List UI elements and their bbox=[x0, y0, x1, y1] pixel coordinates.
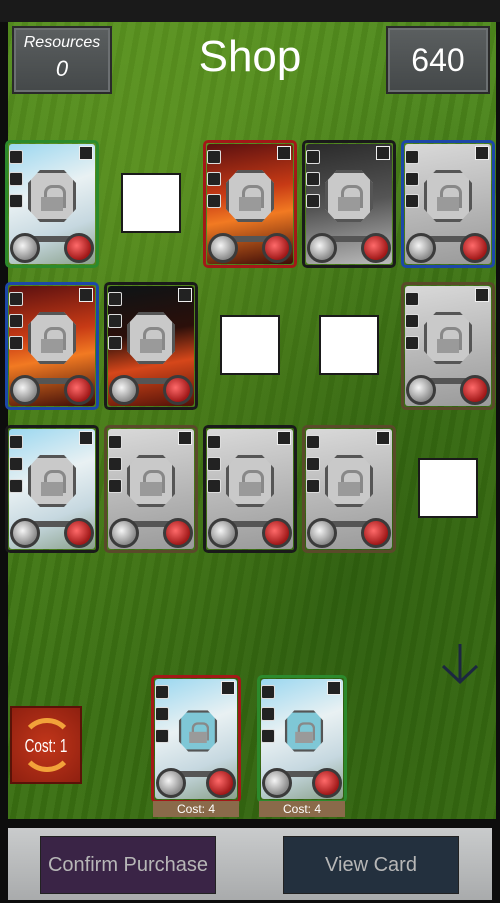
card-frame bbox=[203, 425, 297, 553]
shop-card[interactable] bbox=[401, 282, 495, 410]
selected-card[interactable] bbox=[151, 675, 241, 803]
card-frame bbox=[5, 140, 99, 268]
card-frame bbox=[151, 675, 241, 803]
shop-card[interactable] bbox=[5, 425, 99, 553]
shop-card[interactable] bbox=[302, 425, 396, 553]
resources-panel: Resources 0 bbox=[12, 26, 112, 94]
empty-slot[interactable] bbox=[220, 315, 280, 375]
card-frame bbox=[104, 425, 198, 553]
card-frame bbox=[104, 282, 198, 410]
selected-card[interactable] bbox=[257, 675, 347, 803]
view-card-button[interactable]: View Card bbox=[283, 836, 459, 894]
shop-card[interactable] bbox=[302, 140, 396, 268]
card-frame bbox=[401, 282, 495, 410]
resources-label: Resources bbox=[23, 34, 101, 51]
refresh-shop-button[interactable]: Cost: 1 bbox=[10, 706, 82, 784]
refresh-cost-label: Cost: 1 bbox=[24, 736, 68, 756]
currency-counter: 640 bbox=[386, 26, 490, 94]
top-strip bbox=[0, 0, 500, 22]
card-frame bbox=[5, 425, 99, 553]
page-title: Shop bbox=[198, 32, 302, 81]
card-cost-label: Cost: 4 bbox=[259, 801, 345, 817]
card-frame bbox=[302, 140, 396, 268]
shop-card[interactable] bbox=[104, 282, 198, 410]
card-cost-label: Cost: 4 bbox=[153, 801, 239, 817]
card-frame bbox=[401, 140, 495, 268]
empty-slot[interactable] bbox=[418, 458, 478, 518]
card-frame bbox=[302, 425, 396, 553]
arrow-down-icon[interactable] bbox=[440, 642, 480, 686]
shop-card[interactable] bbox=[5, 282, 99, 410]
resources-value: 0 bbox=[55, 56, 69, 81]
app: Resources 0 Shop 640 Cost: 1 Cost: 4 Cost… bbox=[0, 0, 500, 903]
empty-slot[interactable] bbox=[319, 315, 379, 375]
shop-card[interactable] bbox=[203, 140, 297, 268]
card-frame bbox=[5, 282, 99, 410]
shop-card[interactable] bbox=[401, 140, 495, 268]
shop-card[interactable] bbox=[203, 425, 297, 553]
confirm-purchase-button[interactable]: Confirm Purchase bbox=[40, 836, 216, 894]
shop-card[interactable] bbox=[5, 140, 99, 268]
card-frame bbox=[257, 675, 347, 803]
shop-card[interactable] bbox=[104, 425, 198, 553]
empty-slot[interactable] bbox=[121, 173, 181, 233]
card-frame bbox=[203, 140, 297, 268]
